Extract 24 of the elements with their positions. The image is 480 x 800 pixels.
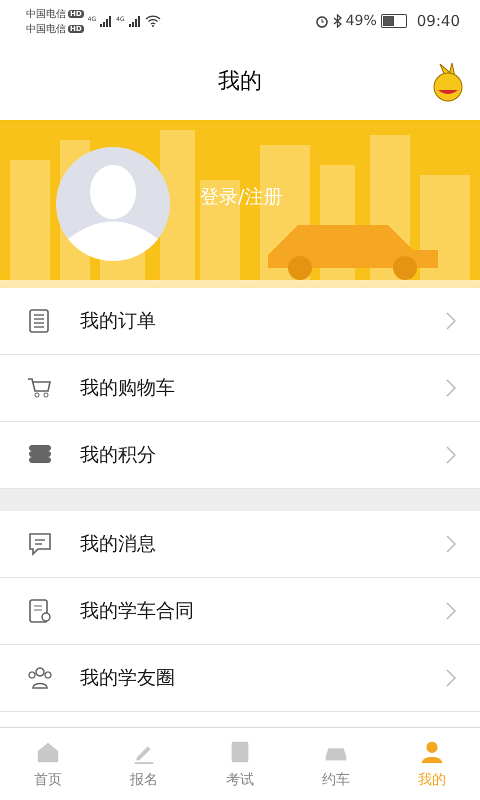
user-icon: [419, 739, 445, 765]
chevron-right-icon: [446, 535, 456, 553]
wifi-icon: [144, 15, 161, 27]
chevron-right-icon: [446, 602, 456, 620]
chevron-right-icon: [446, 312, 456, 330]
message-icon: [26, 530, 54, 558]
carrier-name: 中国电信: [26, 22, 66, 36]
battery-percent: 49%: [346, 13, 377, 29]
menu-item[interactable]: 我的学友圈: [0, 645, 480, 712]
clock-time: 09:40: [416, 12, 460, 30]
chevron-right-icon: [446, 669, 456, 687]
battery-icon: [380, 14, 407, 28]
alarm-icon: [314, 14, 329, 28]
carrier-name: 中国电信: [26, 8, 66, 20]
signal-icon: [100, 16, 112, 26]
signal-icon: [128, 16, 141, 26]
menu-item[interactable]: 我的学车合同: [0, 578, 480, 645]
page-title: 我的: [218, 68, 262, 96]
menu-item[interactable]: 我的消息: [0, 511, 480, 578]
bluetooth-icon: [332, 14, 342, 28]
menu-item[interactable]: 我的订单: [0, 288, 480, 355]
chevron-right-icon: [446, 379, 456, 397]
chevron-right-icon: [446, 446, 456, 464]
menu-item[interactable]: 我的购物车: [0, 355, 480, 422]
